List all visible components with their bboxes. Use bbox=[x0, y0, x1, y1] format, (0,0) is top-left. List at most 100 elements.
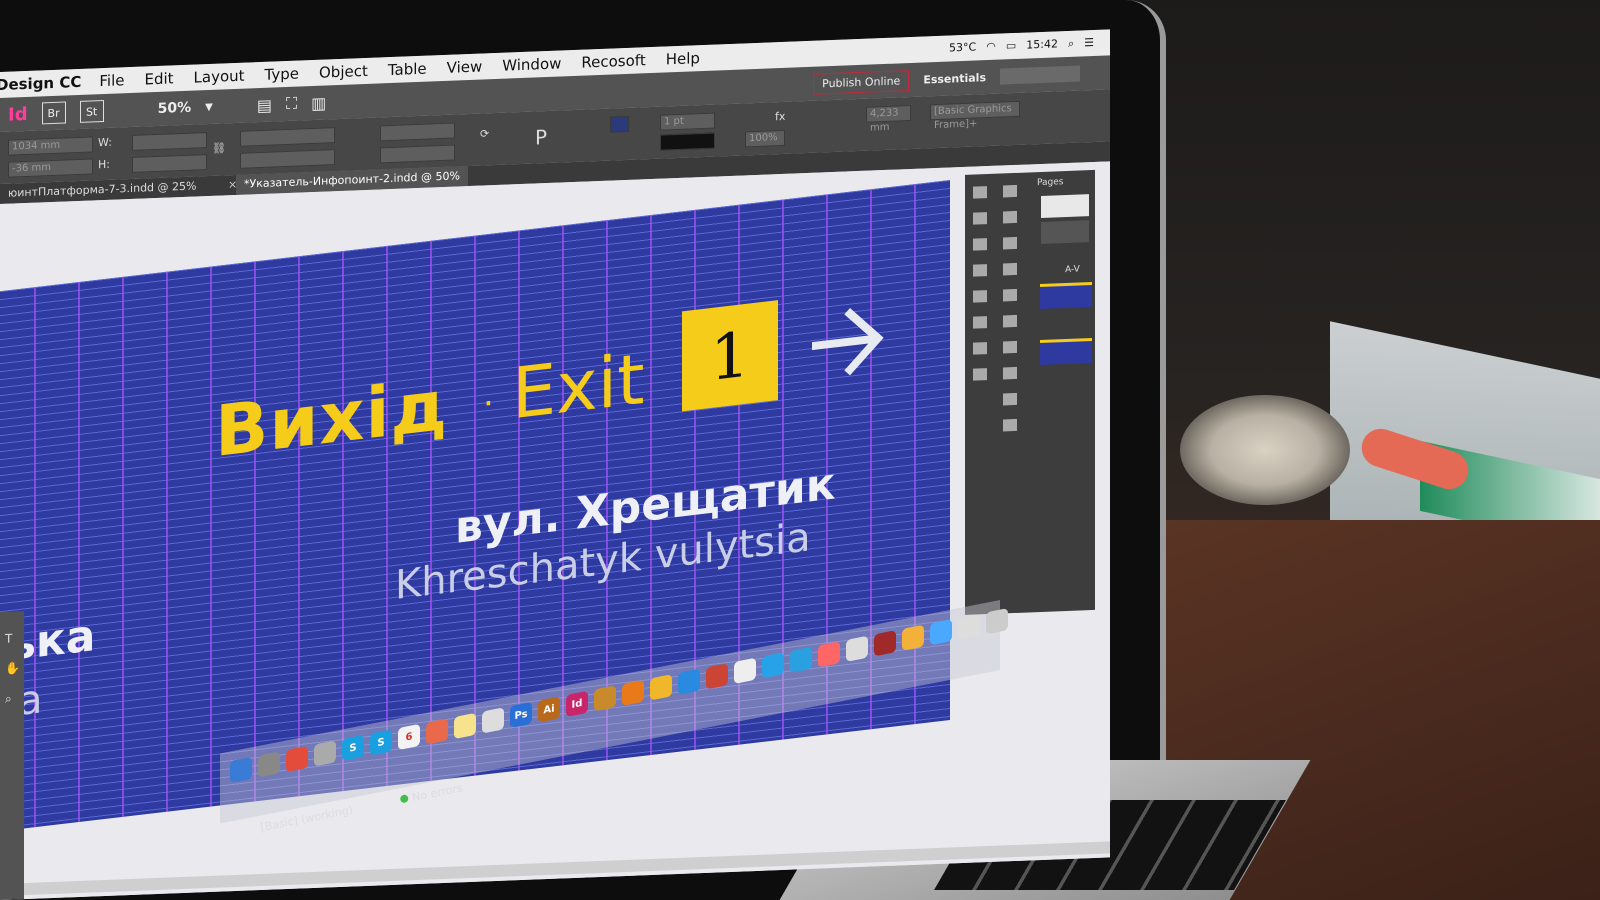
screen-mode-icon[interactable]: ⛶ bbox=[286, 94, 297, 114]
pocket-icon[interactable] bbox=[818, 641, 840, 668]
frame-width-field[interactable]: 4,233 mm bbox=[866, 105, 911, 134]
view-options-icon[interactable]: ▤ bbox=[257, 95, 272, 115]
effects-fx-icon[interactable]: fx bbox=[775, 110, 785, 123]
links-panel-icon[interactable] bbox=[973, 238, 987, 251]
zoom-tool-icon[interactable]: ⌕ bbox=[5, 692, 12, 707]
notification-center-icon[interactable]: ☰ bbox=[1084, 36, 1094, 50]
itunes-icon[interactable] bbox=[706, 663, 728, 690]
menu-file[interactable]: File bbox=[99, 71, 124, 90]
glyphs-panel-icon[interactable] bbox=[1003, 314, 1017, 328]
stock-button[interactable]: St bbox=[79, 100, 104, 123]
constrain-proportions-icon[interactable]: ⛓ bbox=[212, 141, 226, 155]
app-store-icon[interactable] bbox=[678, 668, 700, 695]
sketch-icon[interactable] bbox=[650, 674, 672, 701]
menu-view[interactable]: View bbox=[447, 57, 483, 76]
shear-field[interactable] bbox=[380, 144, 455, 164]
page-thumbnail-1[interactable] bbox=[1040, 282, 1092, 310]
gradient-panel-icon[interactable] bbox=[1003, 366, 1017, 380]
bridge-button[interactable]: Br bbox=[41, 101, 66, 125]
downloads-stack-icon[interactable] bbox=[958, 613, 980, 640]
effects-panel-icon[interactable] bbox=[973, 342, 987, 355]
stroke-weight-field[interactable]: 1 pt bbox=[660, 112, 715, 131]
rotate-icon[interactable]: ⟳ bbox=[480, 127, 489, 140]
x-position-field[interactable]: 1034 mm bbox=[8, 136, 93, 156]
menu-layout[interactable]: Layout bbox=[194, 67, 245, 87]
object-style-dropdown[interactable]: [Basic Graphics Frame]+ bbox=[930, 100, 1020, 131]
folder-icon[interactable] bbox=[930, 619, 952, 646]
opacity-field[interactable]: 100% bbox=[745, 129, 785, 148]
preview-icon[interactable] bbox=[846, 635, 868, 662]
zoom-level-dropdown[interactable]: 50% bbox=[158, 100, 192, 117]
pathfinder-panel-icon[interactable] bbox=[1003, 288, 1017, 302]
clock[interactable]: 15:42 bbox=[1026, 37, 1058, 52]
finder-icon[interactable] bbox=[230, 756, 252, 784]
reminders-icon[interactable] bbox=[426, 718, 448, 745]
skype-icon-2[interactable]: S bbox=[370, 729, 392, 756]
calendar-icon[interactable]: 6 bbox=[398, 723, 420, 751]
align-panel-icon[interactable] bbox=[1003, 262, 1017, 276]
illustrator-icon[interactable]: Ai bbox=[538, 696, 560, 723]
safari-icon[interactable] bbox=[762, 652, 784, 679]
master-page-none-thumb[interactable] bbox=[1041, 194, 1089, 219]
photoshop-icon[interactable]: Ps bbox=[510, 701, 532, 729]
height-field[interactable] bbox=[132, 154, 207, 173]
paragraph-styles-icon[interactable] bbox=[1003, 184, 1017, 198]
skype-icon[interactable]: S bbox=[342, 734, 364, 762]
books-icon[interactable] bbox=[594, 685, 616, 712]
info-panel-icon[interactable] bbox=[1003, 418, 1017, 432]
spotlight-search-icon[interactable]: ⌕ bbox=[1068, 37, 1074, 51]
fill-swatch[interactable] bbox=[610, 115, 629, 133]
textedit-icon[interactable] bbox=[482, 707, 504, 734]
menu-table[interactable]: Table bbox=[388, 60, 427, 79]
menu-recosoft[interactable]: Recosoft bbox=[581, 51, 645, 71]
menu-type[interactable]: Type bbox=[265, 65, 299, 84]
maps-icon[interactable] bbox=[902, 624, 924, 651]
scale-y-field[interactable] bbox=[240, 149, 335, 169]
paragraph-icon[interactable]: P bbox=[535, 125, 547, 149]
y-position-field[interactable]: -36 mm bbox=[8, 158, 93, 178]
character-panel-icon[interactable] bbox=[973, 368, 987, 381]
text-wrap-panel-icon[interactable] bbox=[1003, 340, 1017, 354]
arrange-documents-icon[interactable]: ▥ bbox=[311, 93, 326, 113]
calculator-icon[interactable] bbox=[314, 740, 336, 767]
table-panel-icon[interactable] bbox=[1003, 392, 1017, 406]
menu-app-name[interactable]: Design CC bbox=[0, 73, 81, 94]
launchpad-icon[interactable] bbox=[258, 751, 280, 778]
sign-title-english[interactable]: Exit bbox=[512, 338, 645, 436]
acrobat-icon[interactable] bbox=[874, 630, 896, 657]
telegram-icon[interactable] bbox=[790, 646, 812, 673]
stroke-type-dropdown[interactable] bbox=[660, 132, 715, 151]
rotation-field[interactable] bbox=[380, 122, 455, 142]
exit-number-badge[interactable]: 1 bbox=[682, 300, 778, 412]
master-page-a-thumb[interactable] bbox=[1041, 220, 1089, 245]
scale-x-field[interactable] bbox=[240, 127, 335, 147]
menu-help[interactable]: Help bbox=[666, 49, 700, 68]
type-tool-icon[interactable]: T bbox=[5, 632, 12, 646]
wifi-icon[interactable]: ◠ bbox=[986, 40, 996, 54]
trash-icon[interactable] bbox=[986, 608, 1008, 635]
search-input[interactable] bbox=[1000, 65, 1080, 85]
chrome-icon[interactable] bbox=[286, 745, 308, 773]
publish-online-button[interactable]: Publish Online bbox=[813, 69, 910, 95]
indesign-icon[interactable]: Id bbox=[566, 690, 588, 718]
menu-object[interactable]: Object bbox=[319, 62, 368, 82]
vlc-icon[interactable] bbox=[622, 679, 644, 707]
stroke-panel-icon[interactable] bbox=[973, 264, 987, 277]
object-styles-icon[interactable] bbox=[1003, 236, 1017, 250]
layers-panel-icon[interactable] bbox=[973, 212, 987, 225]
page-thumbnail-2[interactable] bbox=[1040, 338, 1092, 366]
swatches-panel-icon[interactable] bbox=[973, 316, 987, 329]
arrow-right-icon[interactable] bbox=[810, 297, 890, 386]
color-panel-icon[interactable] bbox=[973, 290, 987, 303]
workspace-switcher[interactable]: Essentials bbox=[923, 71, 986, 86]
menu-window[interactable]: Window bbox=[502, 54, 561, 74]
hand-tool-icon[interactable]: ✋ bbox=[5, 661, 20, 676]
notes-icon[interactable] bbox=[454, 712, 476, 740]
menu-edit[interactable]: Edit bbox=[144, 69, 173, 88]
photos-icon[interactable] bbox=[734, 657, 756, 684]
pages-panel-icon[interactable] bbox=[973, 186, 987, 199]
width-field[interactable] bbox=[132, 132, 207, 151]
character-styles-icon[interactable] bbox=[1003, 210, 1017, 224]
chevron-down-icon[interactable]: ▼ bbox=[205, 101, 213, 112]
battery-icon[interactable]: ▭ bbox=[1006, 39, 1016, 53]
